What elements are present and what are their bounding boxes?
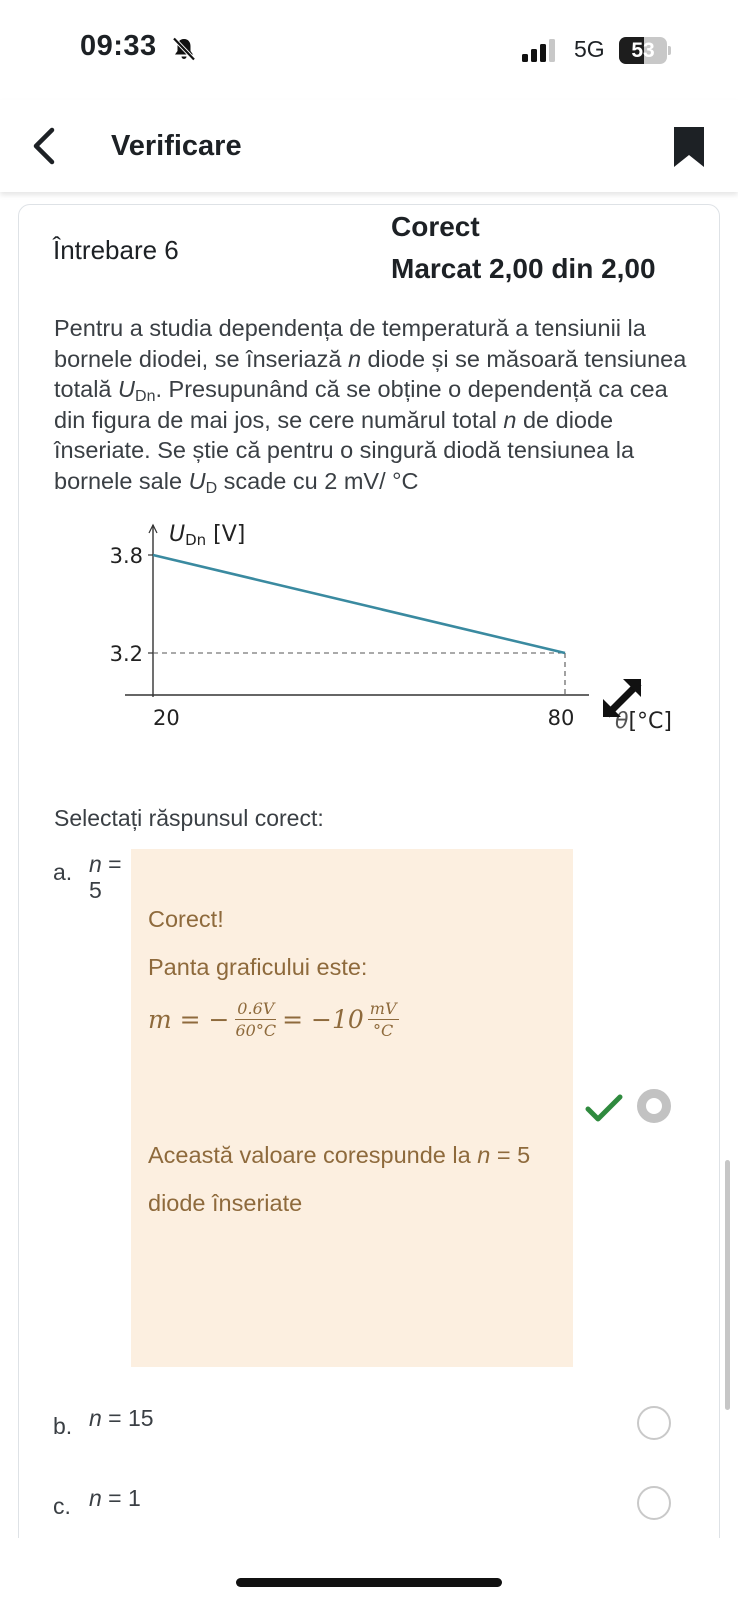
option-b-label[interactable]: n = 15: [89, 1405, 154, 1431]
option-b-letter: b.: [53, 1413, 73, 1439]
back-arrow-icon[interactable]: [26, 124, 66, 168]
battery-percent: 53: [631, 39, 655, 62]
status-bar: 09:33 5G 53: [0, 0, 738, 100]
question-grade: Marcat 2,00 din 2,00: [391, 253, 656, 284]
feedback-box: Corect! Panta graficului este: m = − 0.6…: [131, 849, 573, 1367]
network-type: 5G: [574, 36, 605, 62]
y-axis-label: UDn [V]: [169, 522, 245, 549]
question-state: Corect: [391, 211, 480, 242]
option-a-letter: a.: [53, 859, 73, 885]
bottom-safe-area: [0, 1538, 738, 1600]
series-line: [152, 553, 566, 655]
option-c-letter: c.: [53, 1493, 71, 1519]
page-title: Verificare: [111, 130, 242, 162]
check-icon: [585, 1094, 623, 1122]
cellular-signal-icon: [522, 39, 555, 62]
question-number: Întrebare 6: [53, 235, 179, 265]
option-a-label[interactable]: n = 5: [89, 851, 129, 903]
x-tick-label: 20: [153, 706, 180, 730]
feedback-formula: m = − 0.6V 60°C = −10 mV °C: [148, 998, 399, 1040]
y-tick-label: 3.2: [110, 642, 143, 666]
feedback-conclusion-cont: diode înseriate: [148, 1190, 303, 1216]
expand-icon[interactable]: [595, 671, 651, 727]
status-time: 09:33: [80, 30, 157, 62]
question-text: Pentru a studia dependența de temperatur…: [54, 315, 687, 497]
y-tick-label: 3.8: [110, 544, 143, 568]
option-c-label[interactable]: n = 1: [89, 1485, 141, 1511]
voltage-temperature-chart: 3.83.220 80UDn [V]θ[°C]: [110, 522, 672, 734]
bookmark-icon[interactable]: [672, 125, 706, 169]
feedback-title: Corect!: [148, 906, 224, 932]
x-tick-label: 80: [548, 706, 575, 730]
battery-icon: 53: [619, 37, 671, 64]
option-b-radio[interactable]: [637, 1406, 671, 1440]
answer-prompt: Selectați răspunsul corect:: [54, 805, 324, 831]
option-a-radio[interactable]: [637, 1089, 671, 1123]
scrollbar[interactable]: [725, 1160, 730, 1410]
option-c-radio[interactable]: [637, 1486, 671, 1520]
question-card: Întrebare 6 Corect Marcat 2,00 din 2,00 …: [18, 204, 720, 1600]
bell-mute-icon: [172, 37, 196, 61]
feedback-slope-label: Panta graficului este:: [148, 954, 368, 980]
app-header: Verificare: [0, 100, 738, 192]
home-indicator[interactable]: [236, 1578, 502, 1587]
feedback-conclusion: Această valoare corespunde la n = 5: [148, 1142, 531, 1168]
